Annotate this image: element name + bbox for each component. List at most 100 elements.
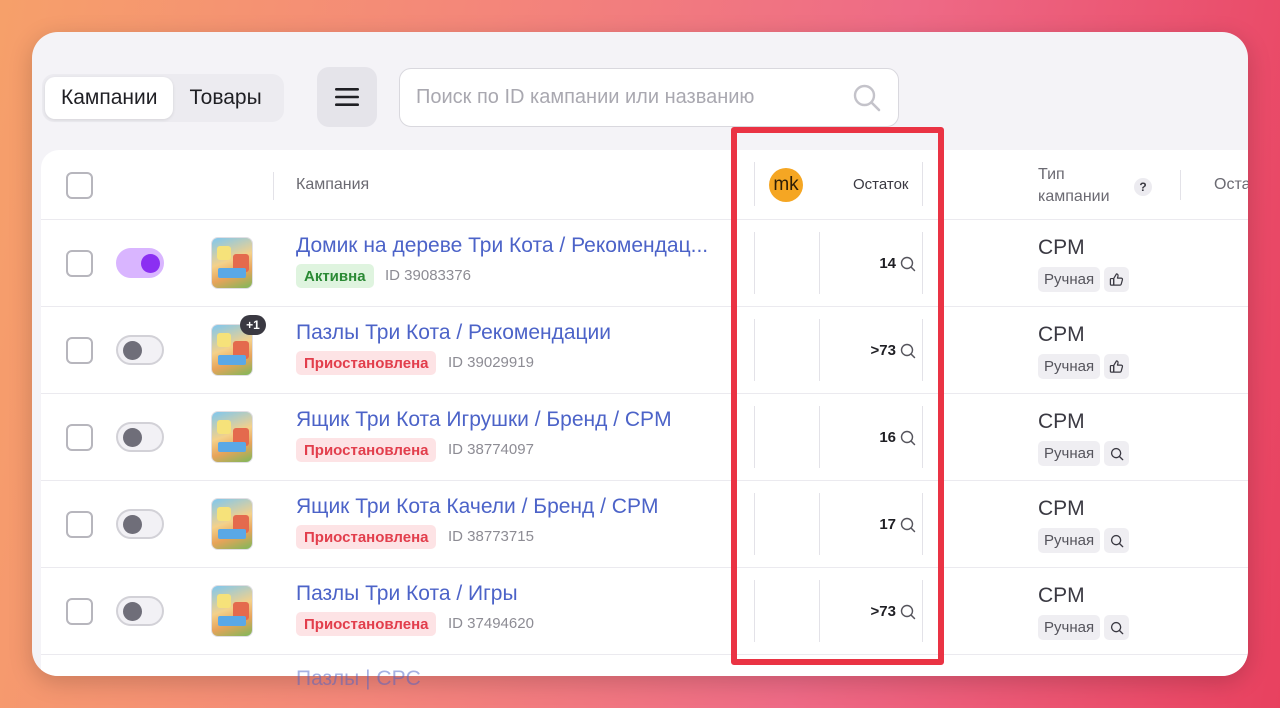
search-icon[interactable] xyxy=(1104,528,1129,553)
hamburger-icon xyxy=(335,88,359,106)
campaign-type: CPM xyxy=(1038,410,1085,433)
row-checkbox[interactable] xyxy=(66,250,93,277)
campaign-type: CPM xyxy=(1038,236,1085,259)
remainder-value: 17 xyxy=(879,516,896,533)
bidding-mode-chip: Ручная xyxy=(1038,267,1101,292)
column-divider xyxy=(819,406,820,468)
status-badge: Приостановлена xyxy=(296,438,437,462)
extra-products-badge[interactable]: +1 xyxy=(240,315,266,335)
column-divider xyxy=(922,162,923,206)
remainder-count[interactable]: 17 xyxy=(879,516,916,533)
column-divider xyxy=(754,493,755,555)
search-icon[interactable] xyxy=(1104,441,1129,466)
campaign-toggle[interactable] xyxy=(116,596,164,626)
remainder-count[interactable]: 14 xyxy=(879,255,916,272)
column-divider xyxy=(819,580,820,642)
campaign-name-link[interactable]: Ящик Три Кота Качели / Бренд / CPM xyxy=(296,495,658,519)
toggle-knob xyxy=(141,254,160,273)
toggle-knob xyxy=(123,515,142,534)
campaign-toggle[interactable] xyxy=(116,335,164,365)
campaign-toggle[interactable] xyxy=(116,422,164,452)
row-checkbox[interactable] xyxy=(66,598,93,625)
column-divider xyxy=(922,406,923,468)
column-divider xyxy=(754,162,755,206)
status-badge: Приостановлена xyxy=(296,351,437,375)
search-icon[interactable] xyxy=(900,343,916,359)
column-header-type-line2[interactable]: кампании xyxy=(1038,188,1110,206)
help-icon[interactable]: ? xyxy=(1134,178,1152,196)
column-divider xyxy=(922,232,923,294)
row-checkbox[interactable] xyxy=(66,511,93,538)
product-thumbnail[interactable] xyxy=(211,585,253,637)
column-divider xyxy=(922,580,923,642)
select-all-checkbox[interactable] xyxy=(66,172,93,199)
product-thumbnail[interactable] xyxy=(211,237,253,289)
campaign-name-link[interactable]: Домик на дереве Три Кота / Рекомендац... xyxy=(296,234,708,258)
menu-button[interactable] xyxy=(317,67,377,127)
remainder-count[interactable]: 16 xyxy=(879,429,916,446)
campaign-name-link[interactable]: Пазлы Три Кота / Игры xyxy=(296,582,518,606)
search-icon xyxy=(1110,621,1123,634)
row-checkbox[interactable] xyxy=(66,337,93,364)
search-icon[interactable] xyxy=(1104,615,1129,640)
column-divider xyxy=(273,172,274,200)
campaign-id: ID 37494620 xyxy=(448,615,534,632)
campaign-id: ID 38773715 xyxy=(448,528,534,545)
product-thumbnail[interactable] xyxy=(211,498,253,550)
table-row: Ящик Три Кота Игрушки / Бренд / CPM Приос… xyxy=(41,394,1248,481)
column-header-type-line1[interactable]: Тип xyxy=(1038,166,1065,184)
remainder-count[interactable]: >73 xyxy=(871,342,916,359)
column-divider xyxy=(754,232,755,294)
campaign-toggle[interactable] xyxy=(116,509,164,539)
table-row: Ящик Три Кота Качели / Бренд / CPM Приост… xyxy=(41,481,1248,568)
toggle-knob xyxy=(123,341,142,360)
product-thumbnail[interactable] xyxy=(211,411,253,463)
column-header-remainder[interactable]: Остаток xyxy=(853,176,909,193)
column-divider xyxy=(819,319,820,381)
column-divider xyxy=(754,580,755,642)
table-row: Пазлы Три Кота / Игры Приостановлена ID 37… xyxy=(41,568,1248,655)
remainder-value: 16 xyxy=(879,429,896,446)
tab-campaigns[interactable]: Кампании xyxy=(45,77,174,119)
search-icon[interactable] xyxy=(900,517,916,533)
search-icon[interactable] xyxy=(900,256,916,272)
row-checkbox[interactable] xyxy=(66,424,93,451)
thumbs-up-icon xyxy=(1109,360,1124,373)
search-icon[interactable] xyxy=(852,83,882,113)
column-divider xyxy=(754,406,755,468)
campaign-id: ID 39083376 xyxy=(385,267,471,284)
column-divider xyxy=(819,232,820,294)
remainder-count[interactable]: >73 xyxy=(871,603,916,620)
bidding-mode-chip: Ручная xyxy=(1038,615,1101,640)
thumbs-up-icon[interactable] xyxy=(1104,354,1129,379)
table-header: Кампания mk Остаток Тип кампании ? Оста xyxy=(41,150,1248,220)
column-divider xyxy=(754,319,755,381)
search-icon xyxy=(1110,534,1123,547)
column-header-campaign[interactable]: Кампания xyxy=(296,176,369,194)
campaign-id: ID 39029919 xyxy=(448,354,534,371)
thumbs-up-icon[interactable] xyxy=(1104,267,1129,292)
campaign-name-link[interactable]: Пазлы Три Кота / Рекомендации xyxy=(296,321,611,345)
column-divider xyxy=(1180,170,1181,200)
search-box xyxy=(399,68,899,127)
column-header-remainder-cut[interactable]: Оста xyxy=(1214,176,1248,194)
remainder-value: >73 xyxy=(870,603,896,620)
status-badge: Приостановлена xyxy=(296,612,437,636)
status-badge: Приостановлена xyxy=(296,525,437,549)
avatar[interactable]: mk xyxy=(769,168,803,202)
toggle-knob xyxy=(123,428,142,447)
search-icon[interactable] xyxy=(900,604,916,620)
search-input[interactable] xyxy=(416,86,852,109)
column-divider xyxy=(922,319,923,381)
campaign-id: ID 38774097 xyxy=(448,441,534,458)
search-icon[interactable] xyxy=(900,430,916,446)
remainder-value: >73 xyxy=(870,342,896,359)
campaign-name-link[interactable]: Ящик Три Кота Игрушки / Бренд / CPM xyxy=(296,408,672,432)
campaign-toggle[interactable] xyxy=(116,248,164,278)
view-switcher: Кампании Товары xyxy=(42,74,284,122)
tab-products[interactable]: Товары xyxy=(173,77,277,119)
bidding-mode-chip: Ручная xyxy=(1038,354,1101,379)
search-icon xyxy=(1110,447,1123,460)
remainder-value: 14 xyxy=(879,255,896,272)
thumbs-up-icon xyxy=(1109,273,1124,286)
